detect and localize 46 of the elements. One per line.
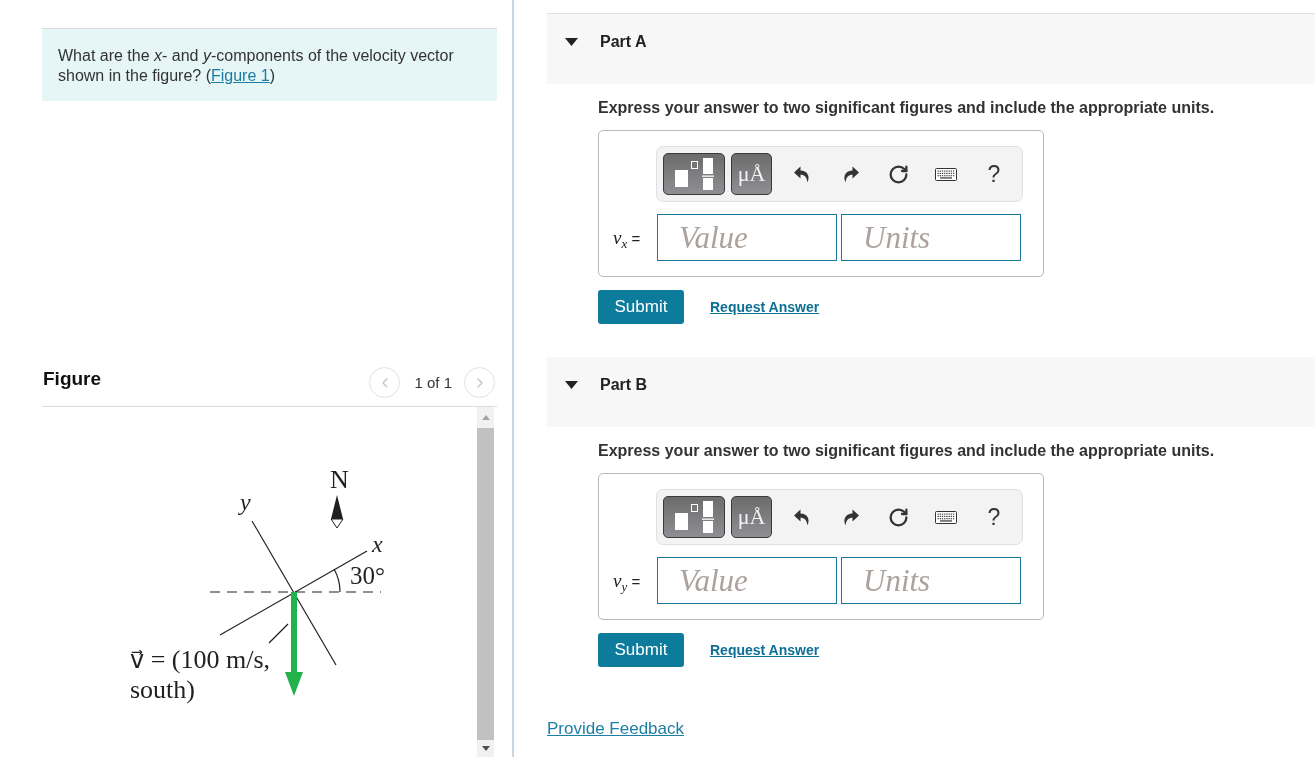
angle-label: 30°	[350, 563, 385, 588]
value-input[interactable]: Value	[657, 214, 837, 261]
scroll-down-icon[interactable]	[481, 746, 490, 751]
y-axis-label: y	[240, 490, 251, 514]
submit-button[interactable]: Submit	[598, 633, 684, 667]
redo-icon	[841, 165, 859, 183]
templates-button[interactable]	[663, 496, 725, 538]
keyboard-icon	[935, 167, 957, 181]
help-button[interactable]: ?	[970, 496, 1018, 538]
request-answer-link[interactable]: Request Answer	[710, 299, 820, 315]
part-title: Part A	[600, 32, 647, 52]
north-arrow-icon	[330, 495, 344, 529]
reset-icon	[887, 163, 909, 185]
instruction-text: Express your answer to two significant figures and include the appropriate units.	[598, 442, 1216, 460]
figure-heading: Figure	[43, 367, 102, 390]
instruction-text: Express your answer to two significant figures and include the appropriate units.	[598, 99, 1216, 117]
submit-button[interactable]: Submit	[598, 290, 684, 324]
redo-icon	[841, 508, 859, 526]
figure-link[interactable]: Figure 1	[211, 67, 270, 84]
x-axis-label: x	[372, 532, 383, 556]
part-header[interactable]: Part B	[547, 357, 1315, 427]
answer-label: v$_{x}$ =	[613, 226, 642, 249]
feedback-link[interactable]: Provide Feedback	[547, 719, 685, 738]
undo-icon	[793, 508, 811, 526]
part-header[interactable]: Part A	[547, 13, 1315, 84]
template-icon	[674, 158, 714, 190]
velocity-label: v⃗ = (100 m/s, south)	[130, 645, 271, 705]
keyboard-icon	[935, 510, 957, 524]
units-input[interactable]: Units	[841, 557, 1021, 604]
units-input[interactable]: Units	[841, 214, 1021, 261]
reset-icon	[887, 506, 909, 528]
north-label: N	[330, 467, 349, 493]
templates-button[interactable]	[663, 153, 725, 195]
answer-label: v$_{y}$ =	[613, 569, 642, 592]
caret-down-icon[interactable]	[565, 38, 578, 46]
page-counter: 1 of 1	[414, 373, 452, 392]
template-icon	[674, 501, 714, 533]
units-button[interactable]: μÅ	[731, 153, 772, 195]
part-title: Part B	[600, 375, 648, 395]
help-button[interactable]: ?	[970, 153, 1018, 195]
value-input[interactable]: Value	[657, 557, 837, 604]
caret-down-icon[interactable]	[565, 381, 578, 389]
undo-icon	[793, 165, 811, 183]
units-button[interactable]: μÅ	[731, 496, 772, 538]
question-text: What are the x- and y-components of the velocity vector shown in the figure? (Figure 1)	[58, 46, 455, 86]
request-answer-link[interactable]: Request Answer	[710, 642, 820, 658]
